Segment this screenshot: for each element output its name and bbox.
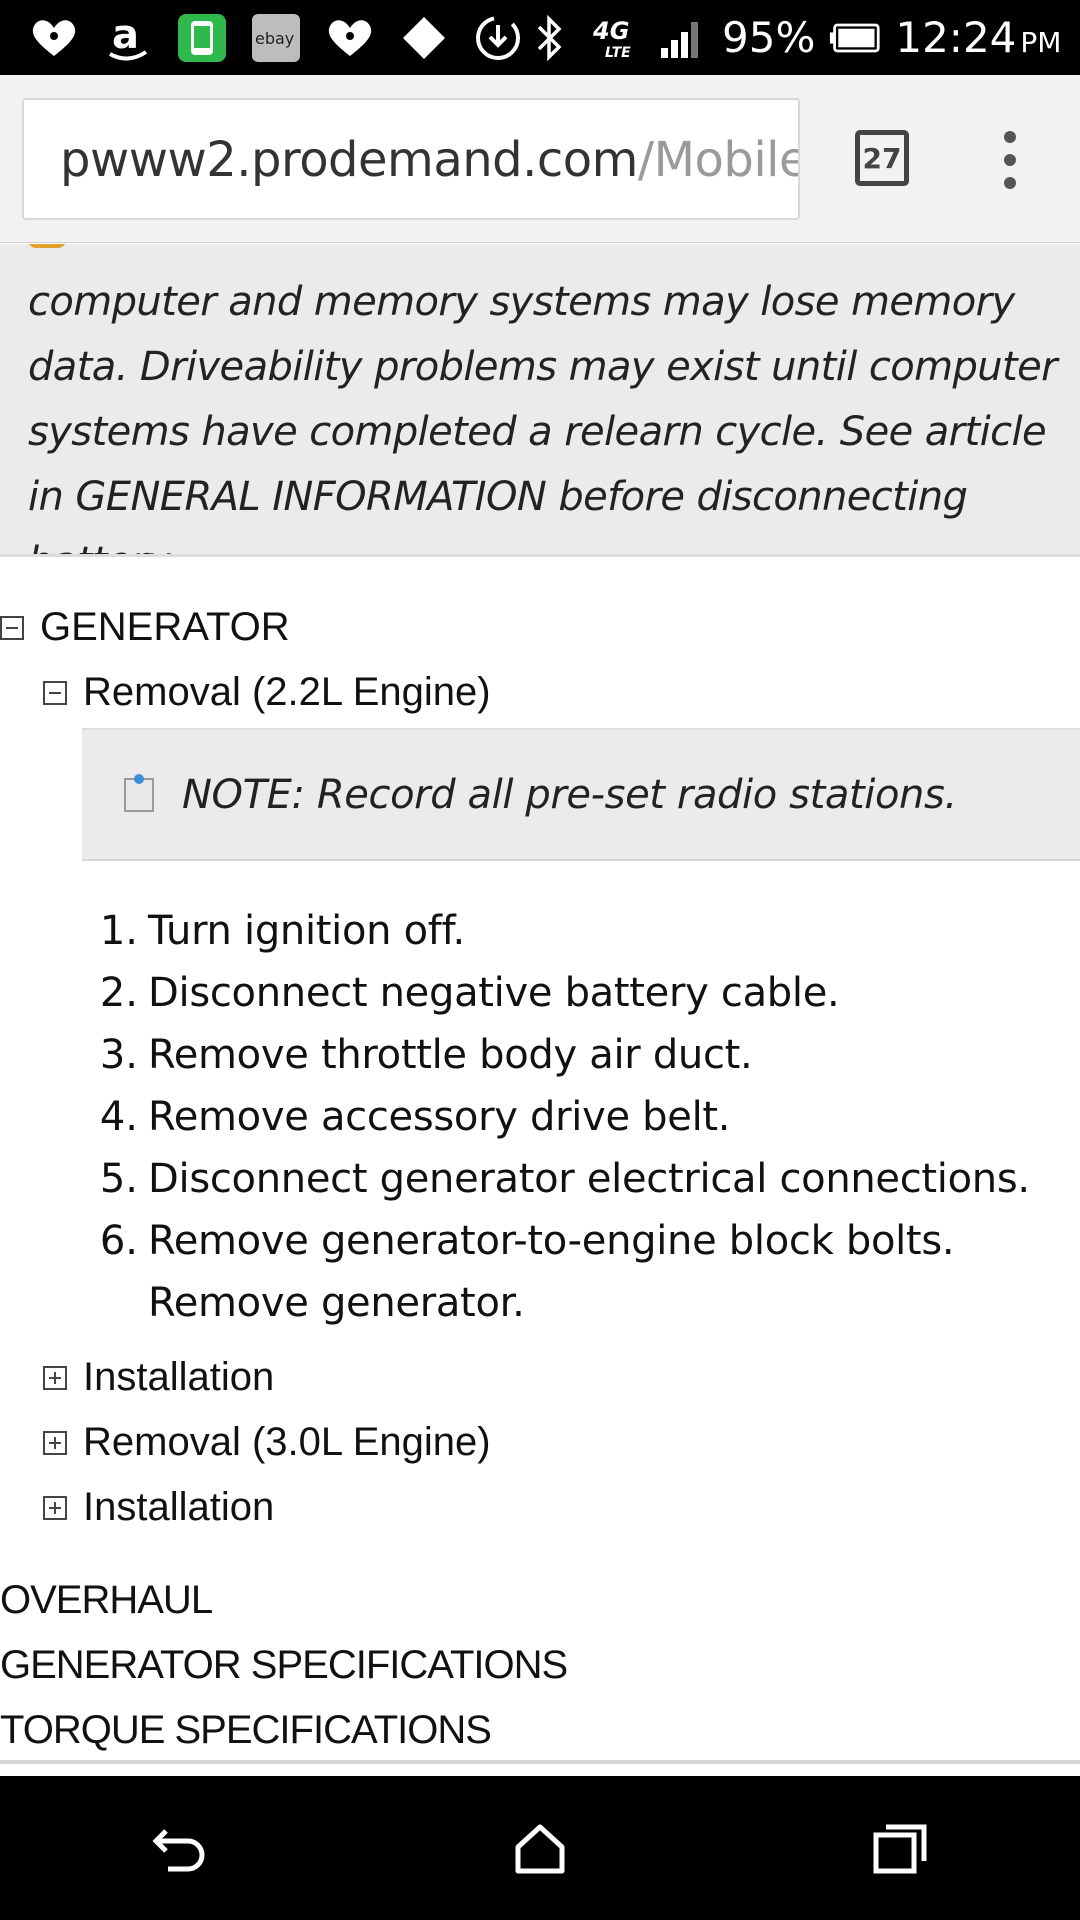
step-item: 6. Remove generator-to-engine block bolts…	[99, 1218, 955, 1326]
iheartradio-icon	[324, 12, 376, 64]
node-label: Installation	[83, 1485, 275, 1529]
tree-node-removal-30[interactable]: Removal (3.0L Engine)	[43, 1420, 491, 1465]
tree-node-installation-1[interactable]: Installation	[43, 1355, 274, 1400]
svg-text:4G: 4G	[592, 17, 629, 45]
tab-count: 27	[862, 141, 902, 175]
svg-text:a: a	[112, 14, 139, 58]
step-item: 2. Disconnect negative battery cable.	[99, 970, 840, 1016]
back-icon[interactable]	[135, 1803, 225, 1893]
diamond-icon	[398, 12, 450, 64]
content-divider	[0, 1760, 1080, 1764]
svg-text:ebay: ebay	[255, 29, 294, 48]
system-status: 4G LTE 95% 12:24 PM	[524, 12, 1080, 64]
tab-switcher-button[interactable]: 27	[855, 130, 909, 186]
tree-node-installation-2[interactable]: Installation	[43, 1485, 274, 1530]
notification-icons: a ebay	[0, 12, 524, 64]
lte-icon: 4G LTE	[590, 12, 642, 64]
ebay-icon: ebay	[250, 12, 302, 64]
phone-app-icon	[176, 12, 228, 64]
node-label: Removal (2.2L Engine)	[83, 670, 491, 714]
clock: 12:24 PM	[895, 13, 1062, 62]
recents-icon[interactable]	[855, 1803, 945, 1893]
collapse-icon[interactable]	[0, 615, 24, 640]
svg-text:LTE: LTE	[605, 45, 631, 61]
node-label: Removal (3.0L Engine)	[83, 1420, 491, 1464]
status-bar: a ebay 4G LTE 95% 12:24 PM	[0, 0, 1080, 75]
signal-icon	[656, 12, 708, 64]
overflow-menu-button[interactable]	[990, 125, 1030, 195]
step-item: 5. Disconnect generator electrical connec…	[99, 1156, 1030, 1202]
address-bar[interactable]: pwww2.prodemand.com/Mobile/	[22, 98, 800, 220]
expand-icon[interactable]	[43, 1495, 67, 1520]
bluetooth-icon	[524, 12, 576, 64]
tree-node-removal-22[interactable]: Removal (2.2L Engine)	[43, 670, 491, 715]
caution-box: computer and memory systems may lose mem…	[0, 244, 1080, 557]
tree-node-generator[interactable]: GENERATOR	[0, 605, 290, 650]
note-text: NOTE: Record all pre-set radio stations.	[182, 771, 957, 818]
clipboard-note-icon	[124, 773, 154, 812]
battery-percent: 95%	[722, 13, 816, 62]
note-box: NOTE: Record all pre-set radio stations.	[82, 728, 1080, 861]
collapse-icon[interactable]	[43, 680, 67, 705]
step-item: 3. Remove throttle body air duct.	[99, 1032, 753, 1078]
procedure-steps: 1. Turn ignition off. 2. Disconnect negati…	[90, 900, 1080, 1334]
url-text[interactable]: pwww2.prodemand.com/Mobile/	[60, 132, 798, 188]
node-label: Installation	[83, 1355, 275, 1399]
caution-text: computer and memory systems may lose mem…	[28, 279, 1058, 554]
section-link-generator-specifications[interactable]: GENERATOR SPECIFICATIONS	[0, 1643, 568, 1688]
node-label: GENERATOR	[40, 605, 290, 649]
battery-icon	[829, 12, 881, 64]
expand-icon[interactable]	[43, 1365, 67, 1390]
download-icon	[472, 12, 524, 64]
iheartradio-icon	[28, 12, 80, 64]
section-link-torque-specifications[interactable]: TORQUE SPECIFICATIONS	[0, 1708, 492, 1753]
navigation-bar	[0, 1776, 1080, 1920]
amazon-icon: a	[102, 12, 154, 64]
browser-toolbar: pwww2.prodemand.com/Mobile/ 27	[0, 75, 1080, 243]
caution-icon	[28, 244, 66, 248]
home-icon[interactable]	[495, 1803, 585, 1893]
step-item: 4. Remove accessory drive belt.	[99, 1094, 731, 1140]
expand-icon[interactable]	[43, 1430, 67, 1455]
section-link-overhaul[interactable]: OVERHAUL	[0, 1578, 213, 1623]
step-item: 1. Turn ignition off.	[99, 908, 465, 954]
